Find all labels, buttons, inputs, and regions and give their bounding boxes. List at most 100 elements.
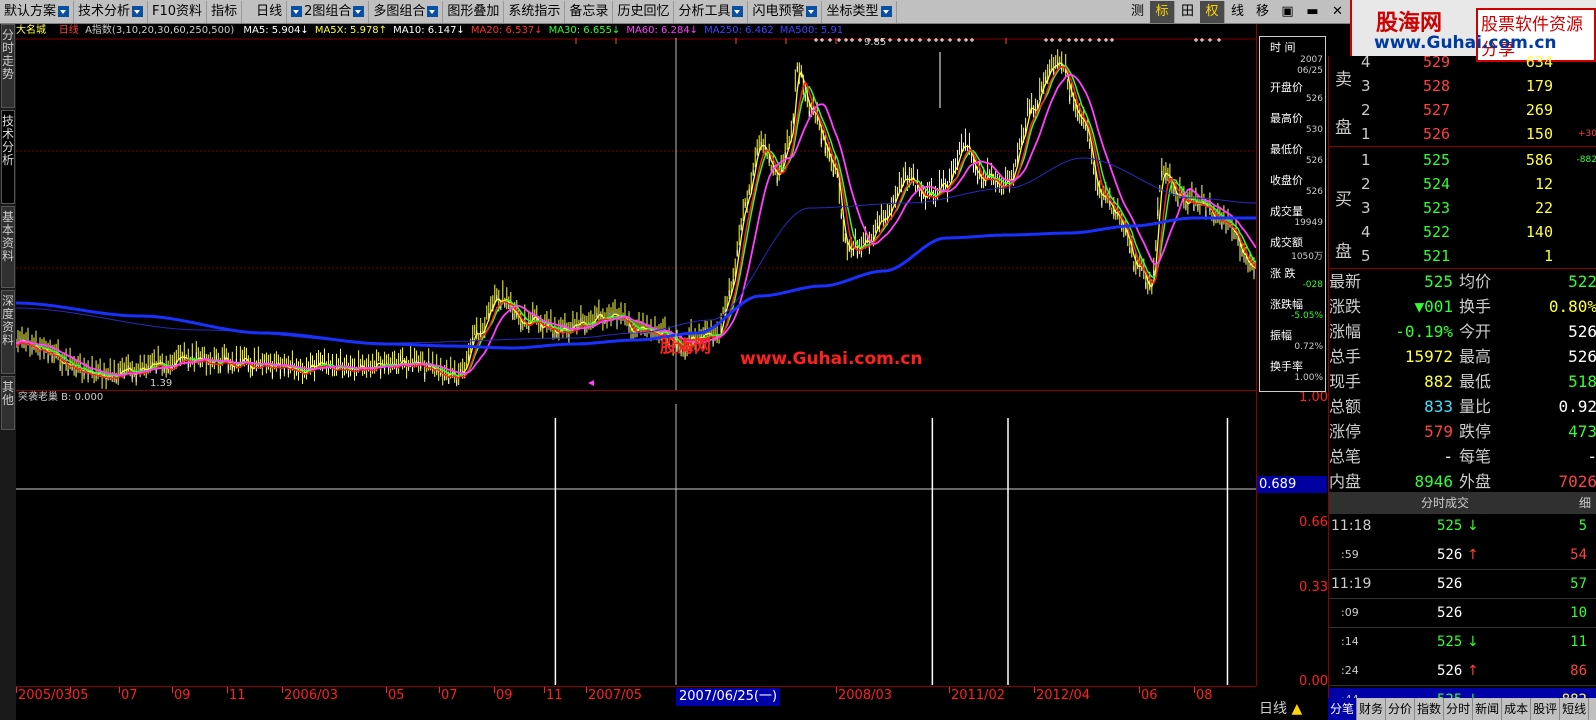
bid-level: 5 <box>1361 247 1371 265</box>
bottom-tab[interactable]: 财务 <box>1357 698 1387 720</box>
data-value: 530 <box>1305 125 1323 135</box>
watermark-cn: 股海网 <box>660 336 711 357</box>
toolbar-alert[interactable]: 闪电预警 <box>748 0 823 23</box>
toolbar-memo[interactable]: 备忘录 <box>565 0 614 23</box>
toolbar-analysis-tools[interactable]: 分析工具 <box>674 0 749 23</box>
bottom-tab[interactable]: 新闻 <box>1473 698 1503 720</box>
tick-time: :24 <box>1341 664 1359 677</box>
toolbar-line[interactable]: 线 <box>1225 1 1250 23</box>
data-label: 最高价 <box>1270 112 1303 125</box>
data-value: 0.72% <box>1294 342 1323 352</box>
ask-price: 529 <box>1423 53 1451 71</box>
quote-row: 总笔-每笔- <box>1329 444 1596 469</box>
minimize-icon[interactable]: ▬ <box>1300 1 1325 23</box>
bid-price: 524 <box>1423 175 1451 193</box>
toolbar-rights[interactable]: 权 <box>1200 0 1225 23</box>
dropdown-icon <box>291 6 303 17</box>
dropdown-icon <box>353 6 365 17</box>
kline-chart[interactable]: 1.39 9.85 股海网 www.Guhai.com.cn <box>16 38 1256 390</box>
window-icon[interactable]: ▣ <box>1275 1 1300 23</box>
tick-price: 526 <box>1437 605 1463 621</box>
toolbar-measure[interactable]: 测 <box>1125 1 1150 23</box>
tick-price: 525 <box>1437 634 1463 650</box>
bottom-tab[interactable]: 分笔 <box>1328 698 1358 720</box>
quote-value: 8946 <box>1414 472 1453 491</box>
period-switch-label: 日线 <box>1259 701 1287 717</box>
toolbar-indicator[interactable]: 指标 <box>207 0 243 23</box>
indicator-chart[interactable] <box>16 404 1256 685</box>
tick-volume: 11 <box>1570 634 1587 650</box>
quote-value: 7026 <box>1558 472 1596 491</box>
toolbar-history[interactable]: 历史回忆 <box>613 0 675 23</box>
ask-volume: 179 <box>1525 77 1553 95</box>
ask-volume: 634 <box>1525 53 1553 71</box>
ask-row: 2 527 269 <box>1329 98 1596 122</box>
dropdown-icon <box>732 6 744 17</box>
toolbar-system-indicator[interactable]: 系统指示 <box>504 0 566 23</box>
toolbar-grid[interactable]: 田 <box>1175 1 1200 23</box>
tab-basic-info[interactable]: 基本资料 <box>1 206 15 288</box>
ask-row: 4 529 634 <box>1329 50 1596 74</box>
quote-label: 涨跌 <box>1329 297 1362 316</box>
toolbar-f10[interactable]: F10资料 <box>148 0 208 23</box>
date-tick <box>386 687 387 693</box>
tab-other[interactable]: 其他 <box>1 376 15 430</box>
tick-volume: 10 <box>1570 605 1587 621</box>
tick-volume: 57 <box>1570 576 1587 592</box>
bottom-tab[interactable]: 分时 <box>1444 698 1474 720</box>
toolbar-default-scheme[interactable]: 默认方案 <box>0 0 75 23</box>
ask-level: 3 <box>1361 77 1371 95</box>
data-label: 换手率 <box>1270 360 1303 373</box>
close-icon[interactable]: ✕ <box>1325 1 1350 23</box>
tick-time: 11:18 <box>1331 518 1372 534</box>
bottom-tab[interactable]: 指数 <box>1415 698 1445 720</box>
quote-value: 833 <box>1424 397 1453 416</box>
bottom-tab[interactable]: 股评 <box>1531 698 1561 720</box>
tab-deep-info[interactable]: 深度资料 <box>1 290 15 374</box>
ticks-detail-button[interactable]: 细 <box>1579 492 1591 514</box>
tick-direction-icon: ↑ <box>1467 547 1479 563</box>
date-label: 11 <box>229 688 246 703</box>
toolbar-multi-chart[interactable]: 多图组合 <box>369 0 444 23</box>
ma-value: MA5: 5.904↓ <box>243 25 309 36</box>
tab-tech-analysis[interactable]: 技术分析 <box>1 110 15 204</box>
ma-value: MA60: 6.284↓ <box>626 25 699 36</box>
indicator-name: A指数(3,10,20,30,60,250,500) <box>85 25 235 36</box>
quote-panel: 卖盘 4 529 634 3 528 179 2 527 269 1 526 150 +30 买盘 1 525 5… <box>1328 53 1596 720</box>
ticks-title: 分时成交 <box>1421 496 1470 510</box>
date-label: 08 <box>1196 688 1213 703</box>
bottom-tab[interactable]: 成本 <box>1502 698 1532 720</box>
date-tick <box>544 687 545 693</box>
tick-row: 11:19 526 57 <box>1329 572 1596 596</box>
quote-label: 跌停 <box>1459 422 1492 441</box>
data-value: 526 <box>1305 187 1323 197</box>
toolbar-tech-analysis[interactable]: 技术分析 <box>74 0 149 23</box>
quote-label: 最新 <box>1329 272 1362 291</box>
quote-label: 涨幅 <box>1329 322 1362 341</box>
tick-volume: 86 <box>1570 663 1587 679</box>
quote-value: 0.80% <box>1548 297 1596 316</box>
toolbar-overlay[interactable]: 图形叠加 <box>443 0 505 23</box>
toolbar-mark[interactable]: 标 <box>1150 0 1175 23</box>
toolbar-coord-type[interactable]: 坐标类型 <box>822 0 897 23</box>
toolbar-move[interactable]: 移 <box>1250 1 1275 23</box>
stock-name: 大名城 <box>16 25 46 36</box>
tick-volume: 54 <box>1570 547 1587 563</box>
tick-price: 526 <box>1437 576 1463 592</box>
date-tick <box>1034 687 1035 693</box>
bottom-tab[interactable]: 分价 <box>1386 698 1416 720</box>
quote-row: 最新 525 均价 522 <box>1329 269 1596 294</box>
main-toolbar: 默认方案 技术分析 F10资料 指标 日线 2图组合 多图组合 图形叠加 系统指… <box>0 0 1350 24</box>
bottom-tab[interactable]: 短线 <box>1560 698 1590 720</box>
dropdown-icon <box>58 6 70 17</box>
ma-value: MA5X: 5.978↑ <box>314 25 388 36</box>
quote-value: 526 <box>1568 322 1596 341</box>
quote-value: 525 <box>1424 272 1453 291</box>
date-label: 05 <box>72 688 89 703</box>
tab-intraday[interactable]: 分时走势 <box>1 24 15 108</box>
toolbar-two-chart[interactable]: 2图组合 <box>287 0 370 23</box>
period-switch[interactable]: 日线 ▲ <box>1256 698 1328 720</box>
date-tick <box>494 687 495 693</box>
toolbar-daily[interactable]: 日线 <box>242 0 288 23</box>
quote-label: 今开 <box>1459 322 1492 341</box>
